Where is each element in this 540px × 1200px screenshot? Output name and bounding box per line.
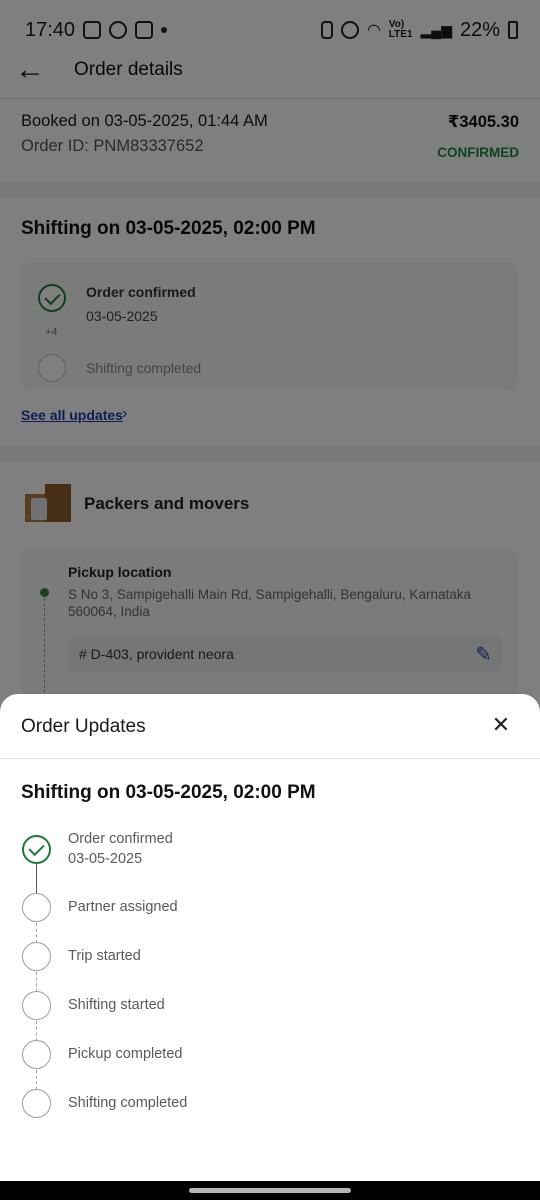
step-label: Order confirmed bbox=[68, 831, 173, 847]
step-label: Partner assigned bbox=[68, 899, 178, 915]
empty-circle-icon bbox=[22, 991, 51, 1020]
empty-circle-icon bbox=[22, 1089, 51, 1118]
order-updates-sheet: Order Updates ✕ Shifting on 03-05-2025, … bbox=[0, 694, 540, 1181]
timeline-connector bbox=[36, 972, 37, 992]
step-date: 03-05-2025 bbox=[68, 851, 143, 867]
empty-circle-icon bbox=[22, 893, 51, 922]
home-gesture-handle[interactable] bbox=[189, 1188, 351, 1193]
sheet-header: Order Updates ✕ bbox=[0, 694, 540, 759]
sheet-title: Order Updates bbox=[21, 716, 146, 737]
timeline-connector bbox=[36, 1021, 37, 1041]
timeline-step-partner-assigned: Partner assigned bbox=[22, 893, 178, 922]
timeline-connector bbox=[36, 923, 37, 943]
sheet-subtitle: Shifting on 03-05-2025, 02:00 PM bbox=[21, 782, 316, 803]
step-label: Pickup completed bbox=[68, 1046, 183, 1062]
step-label: Shifting completed bbox=[68, 1095, 188, 1111]
close-icon[interactable]: ✕ bbox=[488, 710, 514, 740]
empty-circle-icon bbox=[22, 942, 51, 971]
step-label: Shifting started bbox=[68, 997, 165, 1013]
timeline-connector bbox=[36, 1070, 37, 1090]
system-nav-bar bbox=[0, 1181, 540, 1200]
empty-circle-icon bbox=[22, 1040, 51, 1069]
timeline-step-pickup-completed: Pickup completed bbox=[22, 1040, 182, 1069]
timeline-step-shifting-started: Shifting started bbox=[22, 991, 165, 1020]
check-circle-icon bbox=[22, 835, 51, 864]
timeline-step-shifting-completed: Shifting completed bbox=[22, 1089, 187, 1118]
step-label: Trip started bbox=[68, 948, 141, 964]
timeline-step-trip-started: Trip started bbox=[22, 942, 141, 971]
timeline-step-order-confirmed: Order confirmed 03-05-2025 bbox=[22, 831, 173, 867]
